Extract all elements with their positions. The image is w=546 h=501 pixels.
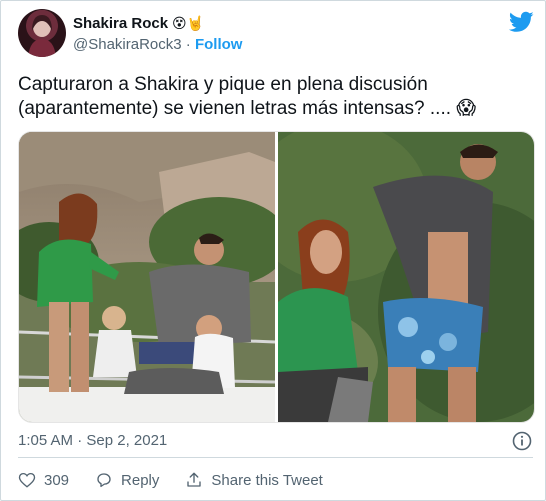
info-icon[interactable]	[512, 431, 532, 451]
author-handle[interactable]: @ShakiraRock3	[73, 36, 182, 53]
reply-label: Reply	[121, 471, 160, 489]
share-label: Share this Tweet	[211, 471, 323, 489]
author-emoji: 😵🤘	[172, 15, 205, 31]
divider	[18, 457, 533, 458]
author-name-text[interactable]: Shakira Rock	[73, 15, 168, 32]
share-icon	[187, 472, 202, 487]
avatar[interactable]	[18, 9, 66, 57]
tweet-media[interactable]	[18, 131, 535, 423]
reply-button[interactable]: Reply	[95, 471, 159, 489]
handle-row: @ShakiraRock3 · Follow	[73, 36, 242, 53]
follow-button[interactable]: Follow	[195, 36, 243, 53]
photo-close-up[interactable]	[278, 132, 534, 422]
heart-icon	[18, 472, 36, 488]
reply-icon	[97, 473, 111, 488]
tweet-timestamp[interactable]: 1:05 AM · Sep 2, 2021	[18, 432, 167, 449]
separator: ·	[185, 36, 191, 53]
author-name[interactable]: Shakira Rock 😵🤘	[73, 15, 204, 32]
share-button[interactable]: Share this Tweet	[185, 471, 323, 489]
like-button[interactable]: 309	[18, 471, 69, 489]
photo-yacht-group[interactable]	[19, 132, 275, 422]
twitter-bird-icon[interactable]	[509, 11, 534, 33]
like-count: 309	[44, 471, 70, 489]
tweet-card: Shakira Rock 😵🤘 @ShakiraRock3 · Follow C…	[0, 0, 546, 501]
tweet-text: Capturaron a Shakira y pique en plena di…	[18, 74, 477, 119]
action-bar: 309 Reply Share this Tweet	[18, 471, 349, 489]
